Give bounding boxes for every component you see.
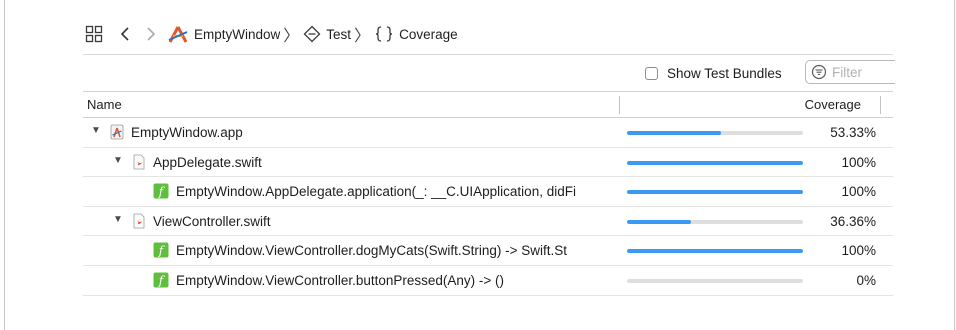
row-label: EmptyWindow.AppDelegate.application(_: _… bbox=[176, 184, 576, 200]
show-test-bundles-label: Show Test Bundles bbox=[667, 65, 782, 81]
row-label: ViewController.swift bbox=[153, 213, 271, 229]
table-row[interactable]: f EmptyWindow.AppDelegate.application(_:… bbox=[83, 177, 893, 207]
function-icon: f bbox=[153, 183, 169, 199]
row-label: EmptyWindow.ViewController.dogMyCats(Swi… bbox=[176, 243, 568, 259]
breadcrumb-separator: 〉 bbox=[354, 28, 371, 45]
coverage-bar-fill bbox=[627, 131, 721, 135]
chevron-right-icon bbox=[147, 27, 156, 41]
breadcrumb-label: EmptyWindow bbox=[194, 26, 281, 42]
divider bbox=[83, 54, 893, 55]
filter-input[interactable] bbox=[832, 64, 892, 80]
test-diamond-icon bbox=[303, 25, 321, 43]
swift-file-icon bbox=[131, 154, 147, 170]
coverage-percent: 100% bbox=[841, 184, 876, 200]
disclosure-triangle-icon[interactable]: ▼ bbox=[113, 155, 123, 166]
coverage-bar bbox=[627, 249, 803, 254]
coverage-bar bbox=[627, 278, 803, 283]
filter-field[interactable] bbox=[805, 60, 895, 84]
column-header-name[interactable]: Name bbox=[87, 97, 122, 112]
swift-file-icon bbox=[131, 213, 147, 229]
breadcrumb-test[interactable]: Test bbox=[303, 25, 351, 43]
jump-bar: EmptyWindow 〉 Test 〉 Coverage bbox=[83, 20, 893, 48]
coverage-table: ▼ EmptyWindow.app 53.33% ▼ AppDelegate.s… bbox=[83, 118, 893, 296]
show-test-bundles-checkbox[interactable] bbox=[645, 66, 658, 80]
function-icon: f bbox=[153, 242, 169, 258]
table-row[interactable]: ▼ ViewController.swift 36.36% bbox=[83, 207, 893, 237]
coverage-bar-fill bbox=[627, 219, 691, 224]
table-row[interactable]: ▼ AppDelegate.swift 100% bbox=[83, 148, 893, 178]
forward-button[interactable] bbox=[143, 23, 159, 45]
disclosure-triangle-icon[interactable]: ▼ bbox=[91, 126, 101, 136]
coverage-bar-fill bbox=[627, 249, 803, 254]
coverage-bar-fill bbox=[627, 190, 803, 195]
breadcrumb-label: Test bbox=[326, 26, 352, 42]
coverage-percent: 100% bbox=[841, 243, 876, 259]
coverage-bar-fill bbox=[627, 160, 803, 165]
coverage-percent: 100% bbox=[841, 154, 876, 170]
breadcrumb-label: Coverage bbox=[399, 26, 458, 42]
braces-icon bbox=[374, 25, 394, 43]
filter-icon bbox=[811, 64, 827, 80]
function-icon: f bbox=[153, 272, 169, 288]
row-label: AppDelegate.swift bbox=[153, 154, 262, 170]
coverage-bar bbox=[627, 219, 803, 224]
coverage-window: EmptyWindow 〉 Test 〉 Coverage Show Test … bbox=[4, 0, 955, 330]
coverage-bar bbox=[627, 131, 803, 135]
table-row[interactable]: ▼ EmptyWindow.app 53.33% bbox=[83, 118, 893, 148]
chevron-left-icon bbox=[120, 27, 129, 41]
back-button[interactable] bbox=[117, 23, 133, 45]
column-divider[interactable] bbox=[619, 96, 620, 114]
coverage-percent: 0% bbox=[856, 272, 876, 288]
table-row[interactable]: f EmptyWindow.ViewController.dogMyCats(S… bbox=[83, 236, 893, 266]
breadcrumb-separator: 〉 bbox=[283, 28, 300, 45]
coverage-percent: 36.36% bbox=[830, 213, 876, 229]
column-divider[interactable] bbox=[880, 96, 881, 114]
app-icon bbox=[109, 124, 125, 140]
xcode-app-icon bbox=[167, 24, 189, 44]
breadcrumb-project[interactable]: EmptyWindow bbox=[167, 24, 280, 44]
column-header-coverage[interactable]: Coverage bbox=[805, 97, 861, 112]
row-label: EmptyWindow.app bbox=[131, 125, 243, 140]
table-row[interactable]: f EmptyWindow.ViewController.buttonPress… bbox=[83, 266, 893, 296]
coverage-toolbar: Show Test Bundles bbox=[645, 60, 782, 86]
table-header: Name Coverage bbox=[83, 91, 893, 118]
coverage-bar bbox=[627, 190, 803, 195]
breadcrumb-coverage[interactable]: Coverage bbox=[374, 25, 458, 43]
row-label: EmptyWindow.ViewController.buttonPressed… bbox=[176, 272, 505, 288]
related-items-grid-icon[interactable] bbox=[83, 23, 105, 45]
coverage-percent: 53.33% bbox=[830, 125, 876, 140]
disclosure-triangle-icon[interactable]: ▼ bbox=[113, 214, 123, 225]
coverage-bar bbox=[627, 160, 803, 165]
